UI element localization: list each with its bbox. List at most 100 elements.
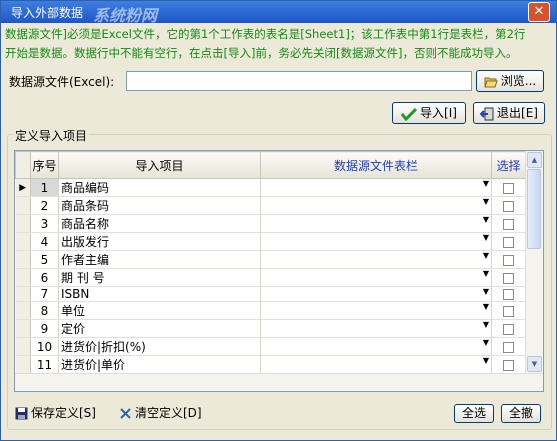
column-header-item[interactable]: 导入项目 [58, 151, 261, 179]
select-cell[interactable] [491, 319, 526, 338]
dropdown-arrow-icon[interactable]: ▼ [483, 302, 489, 311]
row-selector[interactable] [15, 250, 31, 269]
row-selector[interactable] [15, 319, 31, 338]
exit-button[interactable]: 退出[E] [473, 102, 545, 124]
row-selector[interactable] [15, 232, 31, 251]
table-row[interactable]: 9 定价 ▼ [15, 319, 526, 338]
table-row[interactable]: 11 进货价|单价 ▼ [15, 355, 526, 374]
dropdown-arrow-icon[interactable]: ▼ [483, 338, 489, 347]
horizontal-scrollbar[interactable] [15, 373, 543, 391]
select-checkbox[interactable] [503, 305, 514, 317]
source-column-cell[interactable]: ▼ [260, 196, 492, 215]
table-row[interactable]: 6期 刊 号 ▼ [15, 268, 526, 287]
select-checkbox[interactable] [503, 182, 514, 194]
dropdown-arrow-icon[interactable]: ▼ [483, 269, 489, 278]
item-name-cell[interactable]: 进货价|单价 [58, 355, 261, 374]
source-column-cell[interactable]: ▼ [261, 392, 492, 393]
source-column-cell[interactable]: ▼ [260, 232, 492, 251]
row-selector[interactable] [15, 196, 31, 215]
browse-button[interactable]: 浏览... [476, 70, 544, 92]
item-name-cell[interactable]: 批发价|单价 [59, 392, 261, 393]
source-column-cell[interactable]: ▼ [260, 214, 492, 233]
select-cell[interactable] [491, 286, 526, 302]
dropdown-arrow-icon[interactable]: ▼ [483, 356, 489, 365]
item-name-cell[interactable]: 定价 [58, 319, 261, 338]
scroll-up-icon[interactable]: ▲ [527, 152, 542, 168]
table-row[interactable]: 2 商品条码 ▼ [15, 196, 526, 215]
title-bar[interactable]: 导入外部数据 系统粉网 ✕ [1, 1, 556, 25]
item-name-cell[interactable]: ISBN [58, 286, 261, 302]
select-checkbox[interactable] [503, 359, 514, 371]
row-selector[interactable] [15, 214, 31, 233]
dropdown-arrow-icon[interactable]: ▼ [483, 215, 489, 224]
unselect-all-button[interactable]: 全撤 [501, 404, 541, 423]
row-selector[interactable] [15, 355, 31, 374]
select-checkbox[interactable] [503, 254, 514, 266]
close-button[interactable]: ✕ [528, 2, 550, 22]
select-checkbox[interactable] [503, 323, 514, 335]
source-file-input[interactable] [126, 71, 472, 91]
column-header-num[interactable]: 序号 [30, 151, 59, 179]
item-name-cell[interactable]: 商品条码 [58, 196, 261, 215]
dropdown-arrow-icon[interactable]: ▼ [483, 320, 489, 329]
column-header-source[interactable]: 数据源文件表栏 [260, 151, 492, 179]
select-cell[interactable] [491, 232, 526, 251]
row-selector[interactable] [15, 337, 31, 356]
save-definition-button[interactable]: 保存定义[S] [15, 404, 96, 421]
select-cell[interactable] [491, 301, 526, 320]
row-selector[interactable] [15, 301, 31, 320]
source-column-cell[interactable]: ▼ [260, 355, 492, 374]
item-name-cell[interactable]: 商品名称 [58, 214, 261, 233]
source-column-cell[interactable]: ▼ [260, 286, 492, 302]
select-checkbox[interactable] [503, 341, 514, 353]
dropdown-arrow-icon[interactable]: ▼ [483, 287, 489, 296]
source-column-cell[interactable]: ▼ [260, 337, 492, 356]
select-checkbox[interactable] [503, 272, 514, 284]
select-cell[interactable] [491, 337, 526, 356]
scroll-down-icon[interactable]: ▼ [527, 356, 542, 372]
item-name-cell[interactable]: 商品编码 [58, 178, 261, 197]
select-cell[interactable] [491, 178, 526, 197]
select-cell[interactable] [491, 196, 526, 215]
table-row[interactable]: ▶ 1 商品编码 ▼ [15, 178, 526, 197]
column-header-select[interactable]: 选择 [491, 151, 526, 179]
source-column-cell[interactable]: ▼ [260, 319, 492, 338]
select-cell[interactable] [491, 268, 526, 287]
dropdown-arrow-icon[interactable]: ▼ [483, 197, 489, 206]
dropdown-arrow-icon[interactable]: ▼ [483, 233, 489, 242]
table-row[interactable]: 10 进货价|折扣(%) ▼ [15, 337, 526, 356]
clear-definition-button[interactable]: 清空定义[D] [119, 404, 202, 421]
import-button[interactable]: 导入[I] [392, 102, 466, 124]
row-selector[interactable] [16, 392, 31, 393]
source-column-cell[interactable]: ▼ [260, 178, 492, 197]
dropdown-arrow-icon[interactable]: ▼ [483, 251, 489, 260]
select-checkbox[interactable] [503, 289, 514, 300]
item-name-cell[interactable]: 作者主编 [58, 250, 261, 269]
select-checkbox[interactable] [503, 236, 514, 248]
source-column-cell[interactable]: ▼ [260, 250, 492, 269]
source-column-cell[interactable]: ▼ [260, 301, 492, 320]
source-column-cell[interactable]: ▼ [260, 268, 492, 287]
item-name-cell[interactable]: 期 刊 号 [58, 268, 261, 287]
item-name-cell[interactable]: 进货价|折扣(%) [58, 337, 261, 356]
row-selector[interactable]: ▶ [15, 178, 31, 197]
scroll-thumb[interactable] [527, 169, 541, 249]
row-selector[interactable] [15, 268, 31, 287]
table-row[interactable]: 7 ISBN ▼ [15, 286, 526, 302]
select-cell[interactable] [491, 250, 526, 269]
vertical-scrollbar[interactable]: ▲ ▼ [525, 151, 543, 373]
row-selector[interactable] [15, 286, 31, 302]
select-all-button[interactable]: 全选 [454, 404, 494, 423]
select-cell[interactable] [492, 392, 526, 393]
table-row[interactable]: 8 单位 ▼ [15, 301, 526, 320]
table-row[interactable]: 13批发价|单价▼ [16, 392, 526, 393]
dropdown-arrow-icon[interactable]: ▼ [483, 179, 489, 188]
select-checkbox[interactable] [503, 218, 514, 230]
table-row[interactable]: 5 作者主编 ▼ [15, 250, 526, 269]
item-name-cell[interactable]: 单位 [58, 301, 261, 320]
import-items-grid[interactable]: 序号 导入项目 数据源文件表栏 选择 ▶ 1 商品编码 ▼ 2 商品条码 ▼ 3 商品名称 ▼ 4 出… [14, 150, 544, 392]
select-cell[interactable] [491, 214, 526, 233]
table-row[interactable]: 3 商品名称 ▼ [15, 214, 526, 233]
select-checkbox[interactable] [503, 200, 514, 212]
select-cell[interactable] [491, 355, 526, 374]
